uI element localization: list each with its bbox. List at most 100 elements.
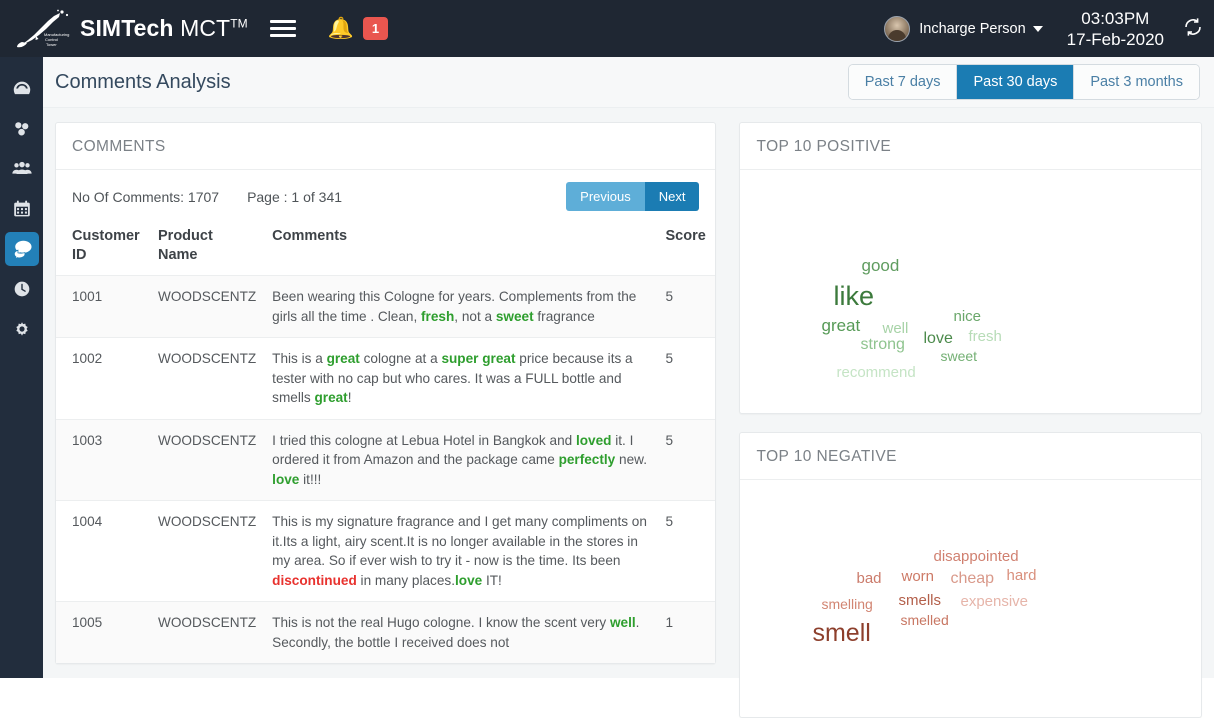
sidebar-item-comments[interactable] (0, 229, 43, 269)
table-header-row: Customer ID Product Name Comments Score (56, 221, 715, 276)
word-cloud-term: love (923, 330, 953, 347)
comments-count-label: No Of Comments: 1707 (72, 188, 220, 205)
word-cloud-term: smell (812, 619, 871, 647)
cell-customer-id: 1002 (72, 351, 103, 366)
word-cloud-term: sweet (940, 348, 978, 364)
comment-text: I tried this cologne at Lebua Hotel in B… (272, 432, 576, 448)
current-date: 17-Feb-2020 (1066, 29, 1164, 49)
negative-word-cloud: disappointed bad worn cheap hard smelling smel… (740, 480, 1201, 717)
comment-text: in many places. (356, 572, 455, 588)
user-name: Incharge Person (919, 20, 1026, 37)
page-title: Comments Analysis (55, 70, 231, 93)
column-header-score: Score (665, 228, 706, 244)
positive-keyword: great (326, 351, 360, 366)
chevron-down-icon[interactable] (1032, 25, 1043, 32)
cell-customer-id: 1005 (72, 615, 103, 630)
table-row: 1002 WOODSCENTZ This is a great cologne at… (56, 337, 716, 420)
clock-globe-icon (10, 278, 34, 300)
next-page-button[interactable]: Next (644, 182, 700, 211)
positive-keyword: loved (575, 432, 612, 448)
cell-score: 5 (665, 289, 674, 304)
date-range-button-group: Past 7 days Past 30 days Past 3 months (847, 64, 1200, 100)
cell-comment: I tried this cologne at Lebua Hotel in B… (264, 419, 655, 501)
column-header-product-name: Product Name (158, 228, 213, 263)
word-cloud-term: great (821, 316, 861, 335)
sidebar-item-users[interactable] (0, 149, 43, 189)
cell-product-name: WOODSCENTZ (158, 351, 257, 366)
word-cloud-term: hard (1006, 567, 1037, 584)
word-cloud-term: bad (856, 570, 882, 587)
sidebar-item-settings[interactable] (0, 309, 43, 349)
cell-comment: This is a great cologne at a super great… (264, 338, 655, 420)
range-button-past-30-days[interactable]: Past 30 days (957, 65, 1075, 99)
comment-text: This is not the real Hugo cologne. I kno… (272, 615, 610, 630)
word-cloud-term: expensive (960, 593, 1029, 610)
table-row: 1003 WOODSCENTZ I tried this cologne at Le… (56, 419, 716, 501)
gear-icon (10, 318, 34, 340)
table-row: 1001 WOODSCENTZ Been wearing this Cologne … (56, 275, 716, 338)
negative-keyword: discontinued (272, 572, 357, 588)
brand-title: SIMTech MCTTM (80, 15, 248, 42)
comment-text: cologne at a (359, 351, 442, 366)
range-button-past-3-months[interactable]: Past 3 months (1074, 65, 1199, 99)
simtech-logo-icon: Manufacturing Control Tower (14, 9, 76, 49)
top-bar-right: Incharge Person 03:03PM 17-Feb-2020 (884, 8, 1214, 50)
word-cloud-term: disappointed (933, 548, 1019, 565)
comment-text: it!!! (299, 471, 322, 487)
cell-comment: This is not the real Hugo cologne. I kno… (264, 602, 655, 664)
comment-text: This is my signature fragrance and I get… (272, 514, 647, 568)
word-cloud-term: good (861, 256, 900, 275)
positive-keyword: great (314, 390, 348, 405)
word-cloud-term: worn (901, 568, 934, 585)
column-header-customer-id: Customer ID (72, 228, 140, 263)
word-cloud-term: recommend (836, 364, 916, 381)
brand-light: MCT (180, 15, 231, 41)
cell-score: 5 (665, 432, 674, 448)
sidebar-item-products[interactable] (0, 109, 43, 149)
notification-badge[interactable]: 1 (362, 17, 389, 40)
sidebar-item-calendar[interactable] (0, 189, 43, 229)
user-menu[interactable]: Incharge Person (884, 15, 1043, 42)
positive-keyword: well (609, 615, 636, 630)
sidebar (0, 57, 43, 678)
comment-text: new. (615, 452, 647, 467)
positive-keyword: perfectly (558, 452, 616, 467)
previous-page-button[interactable]: Previous (566, 182, 645, 211)
sidebar-item-clock[interactable] (0, 269, 43, 309)
comment-text: ! (347, 390, 352, 405)
range-button-past-7-days[interactable]: Past 7 days (848, 65, 958, 99)
bell-icon[interactable]: 🔔 (328, 18, 354, 39)
word-cloud-term: smelling (821, 596, 873, 612)
cell-customer-id: 1001 (72, 289, 103, 304)
cell-comment: This is my signature fragrance and I get… (264, 501, 655, 602)
positive-word-cloud: good like great well nice love fresh strong swee… (740, 170, 1201, 413)
word-cloud-term: smells (898, 592, 941, 609)
cell-customer-id: 1003 (72, 432, 103, 448)
word-cloud-term: nice (953, 308, 982, 325)
word-cloud-term: fresh (968, 328, 1002, 345)
cell-product-name: WOODSCENTZ (158, 432, 257, 448)
hamburger-menu-icon[interactable] (269, 16, 296, 41)
comments-table: Customer ID Product Name Comments Score … (56, 221, 716, 664)
comments-table-head: Customer ID Product Name Comments Score (56, 221, 715, 276)
comment-text: , not a (454, 308, 496, 324)
sidebar-item-dashboard[interactable] (0, 69, 43, 109)
cubes-icon (10, 118, 34, 140)
table-row: 1004 WOODSCENTZ This is my signature fragr… (56, 500, 716, 602)
cell-product-name: WOODSCENTZ (158, 514, 257, 529)
top-negative-card: TOP 10 NEGATIVE disappointed bad worn cheap… (739, 432, 1202, 718)
users-icon (10, 158, 34, 180)
cell-score: 1 (665, 615, 674, 630)
pagination-controls: Previous Next (566, 182, 700, 211)
refresh-icon[interactable] (1182, 16, 1204, 42)
panels-row: COMMENTS No Of Comments: 1707 Page : 1 o… (43, 108, 1214, 718)
avatar (884, 15, 911, 42)
cell-customer-id: 1004 (72, 514, 103, 529)
comments-table-body: 1001 WOODSCENTZ Been wearing this Cologne … (56, 275, 716, 664)
cell-score: 5 (665, 514, 674, 529)
comment-text: fragrance (533, 308, 595, 324)
notifications[interactable]: 🔔 1 (328, 17, 389, 40)
table-row: 1005 WOODSCENTZ This is not the real Hugo … (56, 601, 716, 664)
top-negative-heading: TOP 10 NEGATIVE (740, 433, 1201, 480)
comments-meta-row: No Of Comments: 1707 Page : 1 of 341 Pre… (56, 170, 715, 221)
